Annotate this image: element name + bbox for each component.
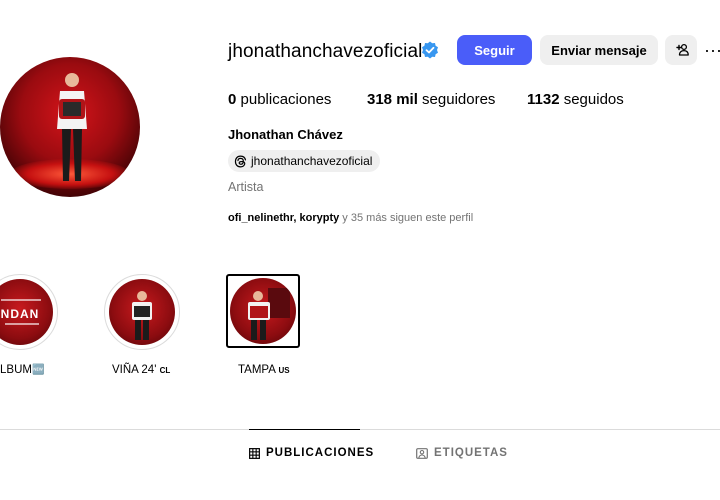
highlight-label-album: LBUM🆕	[0, 364, 44, 376]
tagged-icon	[416, 447, 428, 459]
verified-badge-icon	[422, 41, 438, 59]
highlight-ring	[226, 274, 300, 348]
highlight-tampa-text: TAMPA	[238, 364, 276, 376]
threads-link[interactable]: jhonathanchavezoficial	[228, 150, 381, 172]
posts-count: 0 publicaciones	[228, 91, 331, 108]
highlight-label-vina: VIÑA 24' CL	[112, 364, 170, 376]
highlight-vina-text: VIÑA 24'	[112, 364, 157, 376]
grid-icon	[249, 447, 260, 459]
add-person-icon	[676, 43, 689, 56]
highlight-cover	[109, 279, 175, 345]
active-tab-indicator	[249, 429, 360, 430]
profile-category: Artista	[228, 180, 264, 194]
threads-icon	[234, 155, 247, 167]
followers-count-label: seguidores	[422, 91, 496, 108]
highlight-album-text: LBUM	[0, 364, 32, 376]
followed-by-rest: y 35 más siguen este perfil	[339, 212, 474, 224]
performer-silhouette	[57, 73, 87, 181]
cover-line	[5, 323, 39, 325]
profile-avatar[interactable]	[0, 57, 140, 197]
tab-publicaciones[interactable]: PUBLICACIONES	[249, 447, 374, 459]
posts-count-value: 0	[228, 91, 237, 108]
country-flag-cl: CL	[159, 366, 171, 375]
followers-count-value: 318 mil	[367, 91, 418, 108]
tabs-divider	[0, 429, 720, 430]
followers-count[interactable]: 318 mil seguidores	[367, 91, 495, 108]
more-options-icon[interactable]: ···	[704, 40, 720, 60]
highlight-cover: ANDAN	[0, 279, 53, 345]
followed-by-text[interactable]: ofi_nelinethr, korypty y 35 más siguen e…	[228, 212, 473, 224]
threads-handle: jhonathanchavezoficial	[251, 154, 373, 168]
following-count-label: seguidos	[563, 91, 624, 108]
highlight-tampa[interactable]	[226, 274, 300, 348]
highlight-vina[interactable]	[104, 274, 180, 350]
profile-full-name: Jhonathan Chávez	[228, 127, 343, 142]
tab-etiquetas[interactable]: ETIQUETAS	[416, 447, 508, 459]
following-count[interactable]: 1132 seguidos	[527, 91, 624, 108]
highlight-ring: ANDAN	[0, 274, 58, 350]
new-badge-icon: 🆕	[31, 364, 45, 376]
highlight-cover	[230, 278, 296, 344]
tab-etiquetas-label: ETIQUETAS	[434, 447, 508, 459]
following-count-value: 1132	[527, 91, 560, 108]
performer-silhouette	[132, 291, 152, 340]
highlight-ring	[104, 274, 180, 350]
profile-username: jhonathanchavezoficial	[228, 41, 423, 62]
performer-silhouette	[248, 288, 290, 340]
tab-publicaciones-label: PUBLICACIONES	[266, 447, 375, 459]
follow-button[interactable]: Seguir	[457, 35, 532, 65]
cover-line	[1, 299, 41, 301]
followed-by-users: ofi_nelinethr, korypty	[228, 212, 340, 224]
posts-count-label: publicaciones	[240, 91, 332, 108]
send-message-button[interactable]: Enviar mensaje	[540, 35, 658, 65]
country-flag-us: US	[278, 366, 290, 375]
suggested-users-button[interactable]	[665, 35, 697, 65]
highlight-cover-text: ANDAN	[0, 307, 40, 321]
highlight-label-tampa: TAMPA US	[238, 364, 290, 376]
highlight-album[interactable]: ANDAN	[0, 274, 58, 350]
